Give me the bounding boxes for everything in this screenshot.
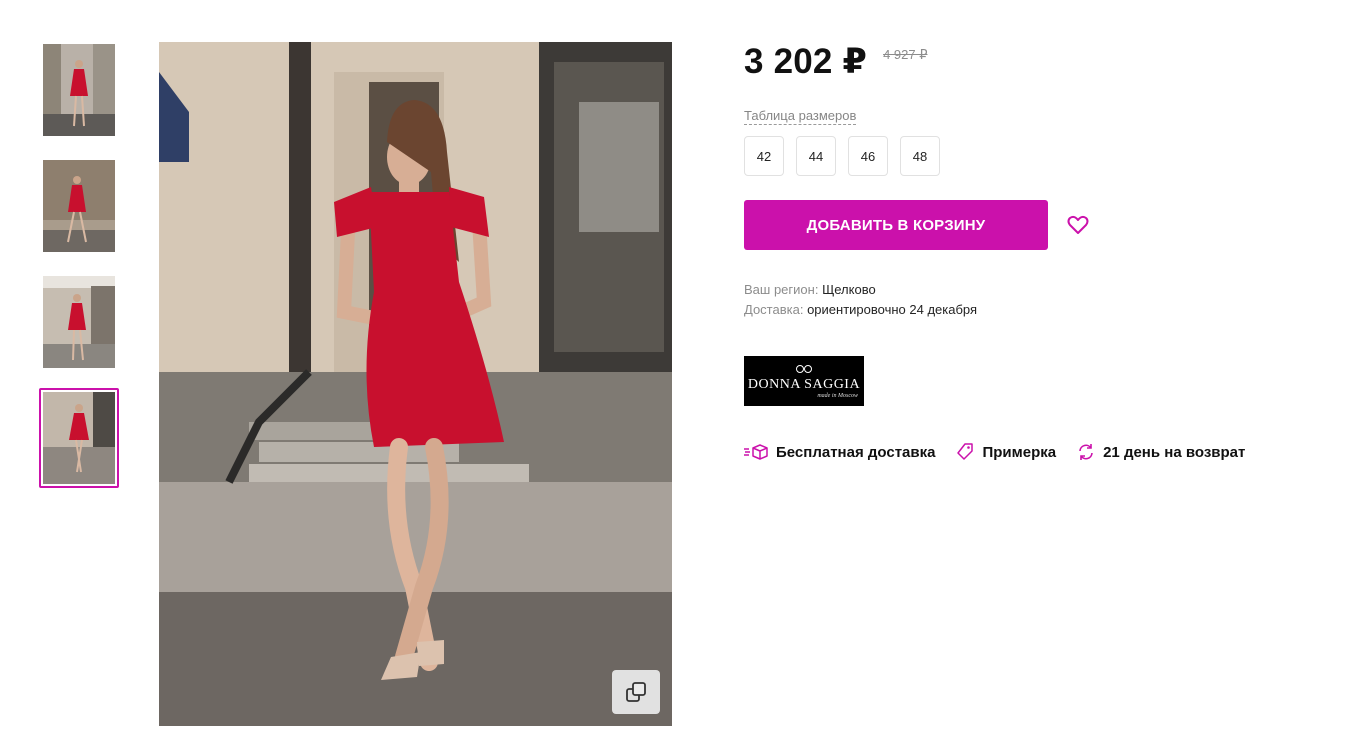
product-info: 3 202 ₽ 4 927 ₽ Таблица размеров 42 44 4… (744, 42, 1344, 461)
thumbnail-4-active[interactable] (39, 388, 119, 488)
feature-return-label: 21 день на возврат (1103, 443, 1246, 461)
brand-subtitle: made in Moscow (817, 392, 858, 399)
feature-free-delivery[interactable]: Бесплатная доставка (744, 443, 935, 461)
tag-icon (957, 443, 974, 460)
delivery-info: Ваш регион: Щелково Доставка: ориентиров… (744, 280, 1344, 320)
delivery-date-value: ориентировочно 24 декабря (807, 302, 978, 317)
size-option-44[interactable]: 44 (796, 136, 836, 176)
delivery-box-icon (744, 444, 768, 460)
region-label: Ваш регион: (744, 282, 819, 297)
size-table-link[interactable]: Таблица размеров (744, 108, 857, 125)
region-value[interactable]: Щелково (822, 282, 876, 297)
thumbnail-gallery (39, 40, 119, 504)
buy-row: ДОБАВИТЬ В КОРЗИНУ (744, 200, 1344, 250)
size-selector: 42 44 46 48 (744, 136, 1344, 176)
thumbnail-3[interactable] (39, 272, 119, 372)
brand-name: DONNA SAGGIA (747, 376, 861, 392)
size-option-46[interactable]: 46 (848, 136, 888, 176)
feature-return[interactable]: 21 день на возврат (1077, 443, 1245, 461)
feature-fitting-label: Примерка (982, 443, 1057, 461)
features-row: Бесплатная доставка Примерка 21 день на … (744, 443, 1344, 461)
brand-logo[interactable]: DONNA SAGGIA made in Moscow (744, 356, 864, 406)
thumbnail-2[interactable] (39, 156, 119, 256)
brand-emblem-icon (796, 364, 812, 373)
copy-windows-icon (626, 682, 646, 702)
old-price: 4 927 ₽ (883, 47, 928, 62)
price-block: 3 202 ₽ 4 927 ₽ (744, 42, 1344, 98)
return-arrows-icon (1079, 444, 1093, 460)
region-line: Ваш регион: Щелково (744, 280, 1344, 300)
zoom-button[interactable] (612, 670, 660, 714)
heart-icon (1067, 215, 1089, 234)
product-page: 3 202 ₽ 4 927 ₽ Таблица размеров 42 44 4… (0, 0, 1357, 738)
favorite-button[interactable] (1066, 213, 1090, 237)
feature-fitting[interactable]: Примерка (956, 443, 1056, 461)
size-option-48[interactable]: 48 (900, 136, 940, 176)
thumbnail-1[interactable] (39, 40, 119, 140)
delivery-date-label: Доставка: (744, 302, 804, 317)
size-option-42[interactable]: 42 (744, 136, 784, 176)
delivery-date-line: Доставка: ориентировочно 24 декабря (744, 300, 1344, 320)
add-to-cart-button[interactable]: ДОБАВИТЬ В КОРЗИНУ (744, 200, 1048, 250)
main-product-photo[interactable] (159, 42, 672, 726)
current-price: 3 202 ₽ (744, 42, 868, 81)
feature-free-delivery-label: Бесплатная доставка (776, 443, 936, 461)
